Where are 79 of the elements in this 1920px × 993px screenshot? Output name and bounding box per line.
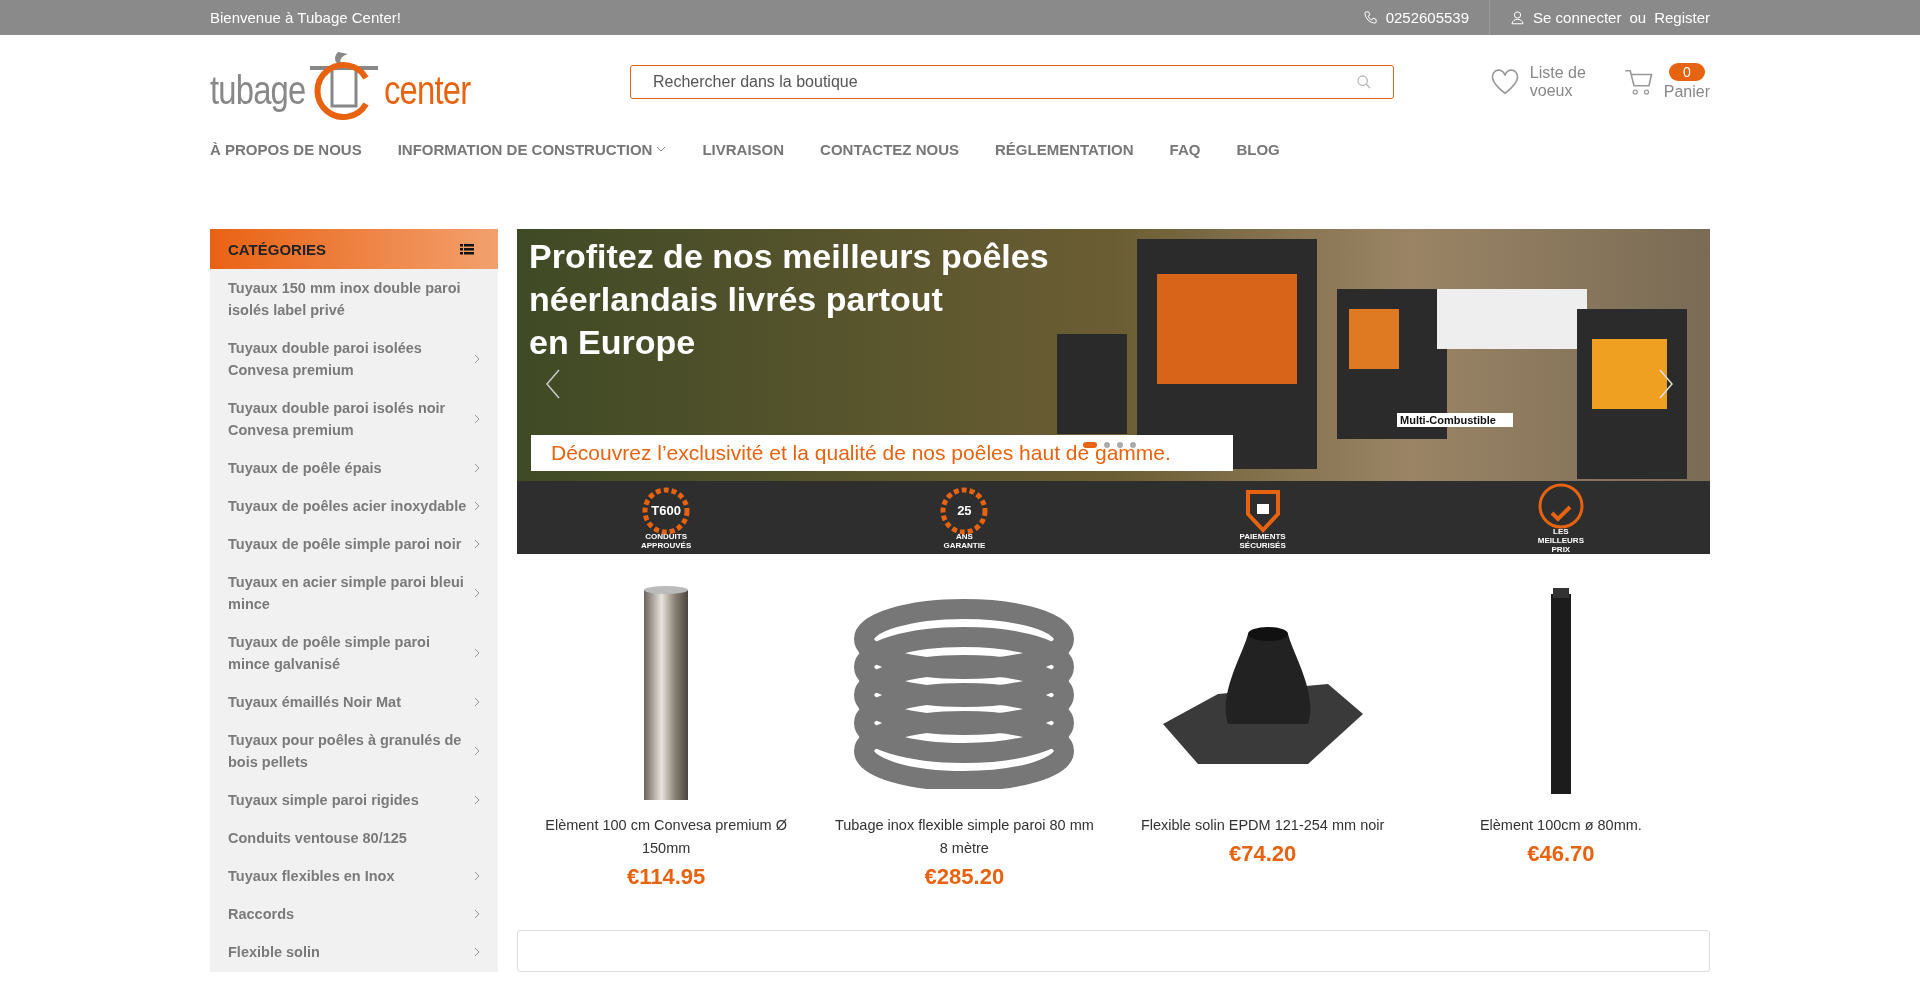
logo-word: center (384, 70, 471, 110)
product-price: €74.20 (1228, 841, 1297, 867)
nav-link[interactable]: BLOG (1236, 140, 1280, 158)
banner-tag: Multi-Combustible (1397, 413, 1513, 427)
product-price: €114.95 (626, 864, 706, 890)
list-icon[interactable] (460, 243, 474, 255)
cart-count-badge: 0 (1668, 62, 1705, 81)
category-link[interactable]: Tuyaux émaillés Noir Mat (210, 683, 498, 721)
banner-headline: néerlandais livrés partout (529, 279, 943, 320)
user-icon (1510, 10, 1526, 25)
logo-word: tubage (210, 70, 306, 110)
chevron-left-icon[interactable] (545, 369, 561, 399)
welcome-text: Bienvenue à Tubage Center! (210, 9, 401, 26)
product-name[interactable]: Flexible solin EPDM 121-254 mm noir (1132, 814, 1393, 837)
chevron-right-icon (474, 871, 480, 881)
category-link[interactable]: Flexible solin (210, 933, 498, 971)
nav-link[interactable]: FAQ (1169, 140, 1201, 158)
banner-headline: en Europe (529, 322, 696, 363)
badge-caption: PAIEMENTS SÉCURISÉS (1239, 531, 1286, 550)
category-link[interactable]: Tuyaux en acier simple paroi bleui mince (210, 563, 498, 623)
product-price: €285.20 (924, 864, 1005, 890)
product-price: €46.70 (1527, 841, 1595, 867)
or-text: ou (1629, 9, 1647, 26)
banner-headline: Profitez de nos meilleurs poêles (529, 236, 1049, 277)
slider-dot[interactable] (1130, 442, 1136, 448)
chevron-right-icon (474, 648, 480, 658)
chevron-right-icon (474, 795, 480, 805)
nav-link[interactable]: CONTACTEZ NOUS (820, 140, 959, 158)
category-link[interactable]: Tuyaux double paroi isolées Convesa premium (210, 329, 498, 389)
badge-caption: LES MEILLEURS PRIX (1537, 527, 1584, 554)
banner-subline: Découvrez l’exclusivité et la qualité de nos poêles haut de gamme. (531, 435, 1233, 471)
category-link[interactable]: Raccords (210, 895, 498, 933)
category-link[interactable]: Tuyaux de poêle simple paroi mince galvanisé (210, 623, 498, 683)
badge-number: 25 (957, 503, 972, 518)
cart-icon (1623, 67, 1654, 97)
chevron-right-icon (474, 414, 480, 424)
phone-number: 0252605539 (1385, 9, 1470, 26)
cart-link[interactable]: 0 Panier (1623, 62, 1710, 102)
category-title: CATÉGORIES (228, 240, 327, 258)
category-link[interactable]: Tuyaux de poêles acier inoxydable (210, 487, 498, 525)
chevron-right-icon (474, 501, 480, 511)
category-link[interactable]: Tuyaux 150 mm inox double paroi isolés label privé (210, 269, 498, 329)
nav-link[interactable]: INFORMATION DE CONSTRUCTION (397, 140, 667, 158)
chevron-right-icon (474, 588, 480, 598)
badge-number: T600 (651, 503, 681, 518)
search-field[interactable]: Rechercher dans la boutique (630, 65, 1394, 99)
badge-caption: CONDUITS APPROUVÉS (641, 531, 692, 550)
category-link[interactable]: Tuyaux pour poêles à granulés de bois pellets (210, 721, 498, 781)
category-link[interactable]: Tuyaux flexibles en Inox (210, 857, 498, 895)
nav-link[interactable]: RÉGLEMENTATION (995, 140, 1134, 158)
slider-dot[interactable] (1117, 442, 1123, 448)
gear-badge-icon (939, 485, 990, 536)
category-link[interactable]: Tuyaux de poêle simple paroi noir (210, 525, 498, 563)
heart-icon (1489, 68, 1520, 96)
category-link[interactable]: Tuyaux de poêle épais (210, 449, 498, 487)
chevron-right-icon (474, 697, 480, 707)
badge-caption: ANS GARANTIE (943, 531, 986, 550)
product-name[interactable]: Tubage inox flexible simple paroi 80 mm 8 mètre (834, 814, 1095, 860)
gear-badge-icon (641, 485, 692, 536)
chevron-right-icon (474, 354, 480, 364)
register-link[interactable]: Register (1654, 9, 1710, 26)
category-link[interactable]: Tuyaux double paroi isolés noir Convesa premium (210, 389, 498, 449)
search-icon[interactable] (1356, 74, 1372, 90)
slider-dot[interactable] (1104, 442, 1110, 448)
chevron-right-icon (474, 463, 480, 473)
category-link[interactable]: Conduits ventouse 80/125 (210, 819, 498, 857)
wishlist-link[interactable]: Liste de voeux (1489, 63, 1590, 101)
chevron-right-icon (474, 909, 480, 919)
chevron-right-icon (474, 746, 480, 756)
nav-link[interactable]: À PROPOS DE NOUS (210, 140, 362, 158)
chevron-right-icon (474, 947, 480, 957)
product-name[interactable]: Elèment 100 cm Convesa premium Ø 150mm (536, 814, 797, 860)
nav-link[interactable]: LIVRAISON (702, 140, 785, 158)
chevron-right-icon (474, 539, 480, 549)
phone-icon (1362, 10, 1378, 25)
chevron-right-icon[interactable] (1658, 369, 1674, 399)
login-link[interactable]: Se connecter (1533, 9, 1622, 26)
product-name[interactable]: Elèment 100cm ø 80mm. (1430, 814, 1691, 837)
category-link[interactable]: Tuyaux simple paroi rigides (210, 781, 498, 819)
